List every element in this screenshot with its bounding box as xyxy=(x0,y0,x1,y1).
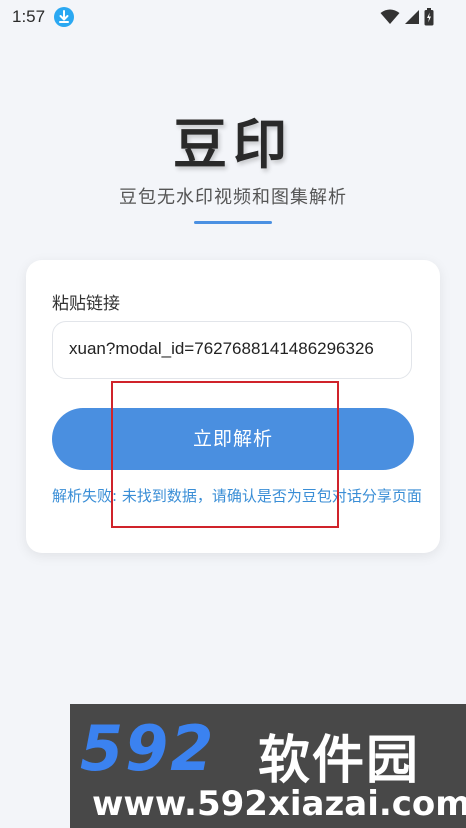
link-input[interactable]: xuan?modal_id=7627688141486296326 xyxy=(52,321,412,379)
status-time: 1:57 xyxy=(12,7,46,26)
paste-link-label: 粘贴链接 xyxy=(52,294,120,314)
watermark-number: 592 xyxy=(80,712,216,785)
title-underline xyxy=(194,221,272,224)
battery-icon xyxy=(424,8,434,30)
watermark-text: 软件园 xyxy=(258,731,421,791)
link-input-value: xuan?modal_id=7627688141486296326 xyxy=(69,339,374,358)
error-message: 解析失败: 未找到数据，请确认是否为豆包对话分享页面 xyxy=(52,487,422,505)
download-icon xyxy=(54,7,74,27)
wifi-icon xyxy=(380,9,400,29)
parse-card: 粘贴链接 xuan?modal_id=7627688141486296326 立… xyxy=(26,260,440,553)
app-subtitle: 豆包无水印视频和图集解析 xyxy=(119,187,347,208)
parse-button[interactable]: 立即解析 xyxy=(52,408,414,470)
status-icons xyxy=(380,8,434,30)
status-bar: 1:57 xyxy=(0,0,466,34)
app-title: 豆印 xyxy=(173,113,293,176)
watermark-logo: 592 软件园 www.592xiazai.com xyxy=(70,704,466,828)
watermark-url: www.592xiazai.com xyxy=(92,784,466,824)
signal-icon xyxy=(404,9,420,29)
